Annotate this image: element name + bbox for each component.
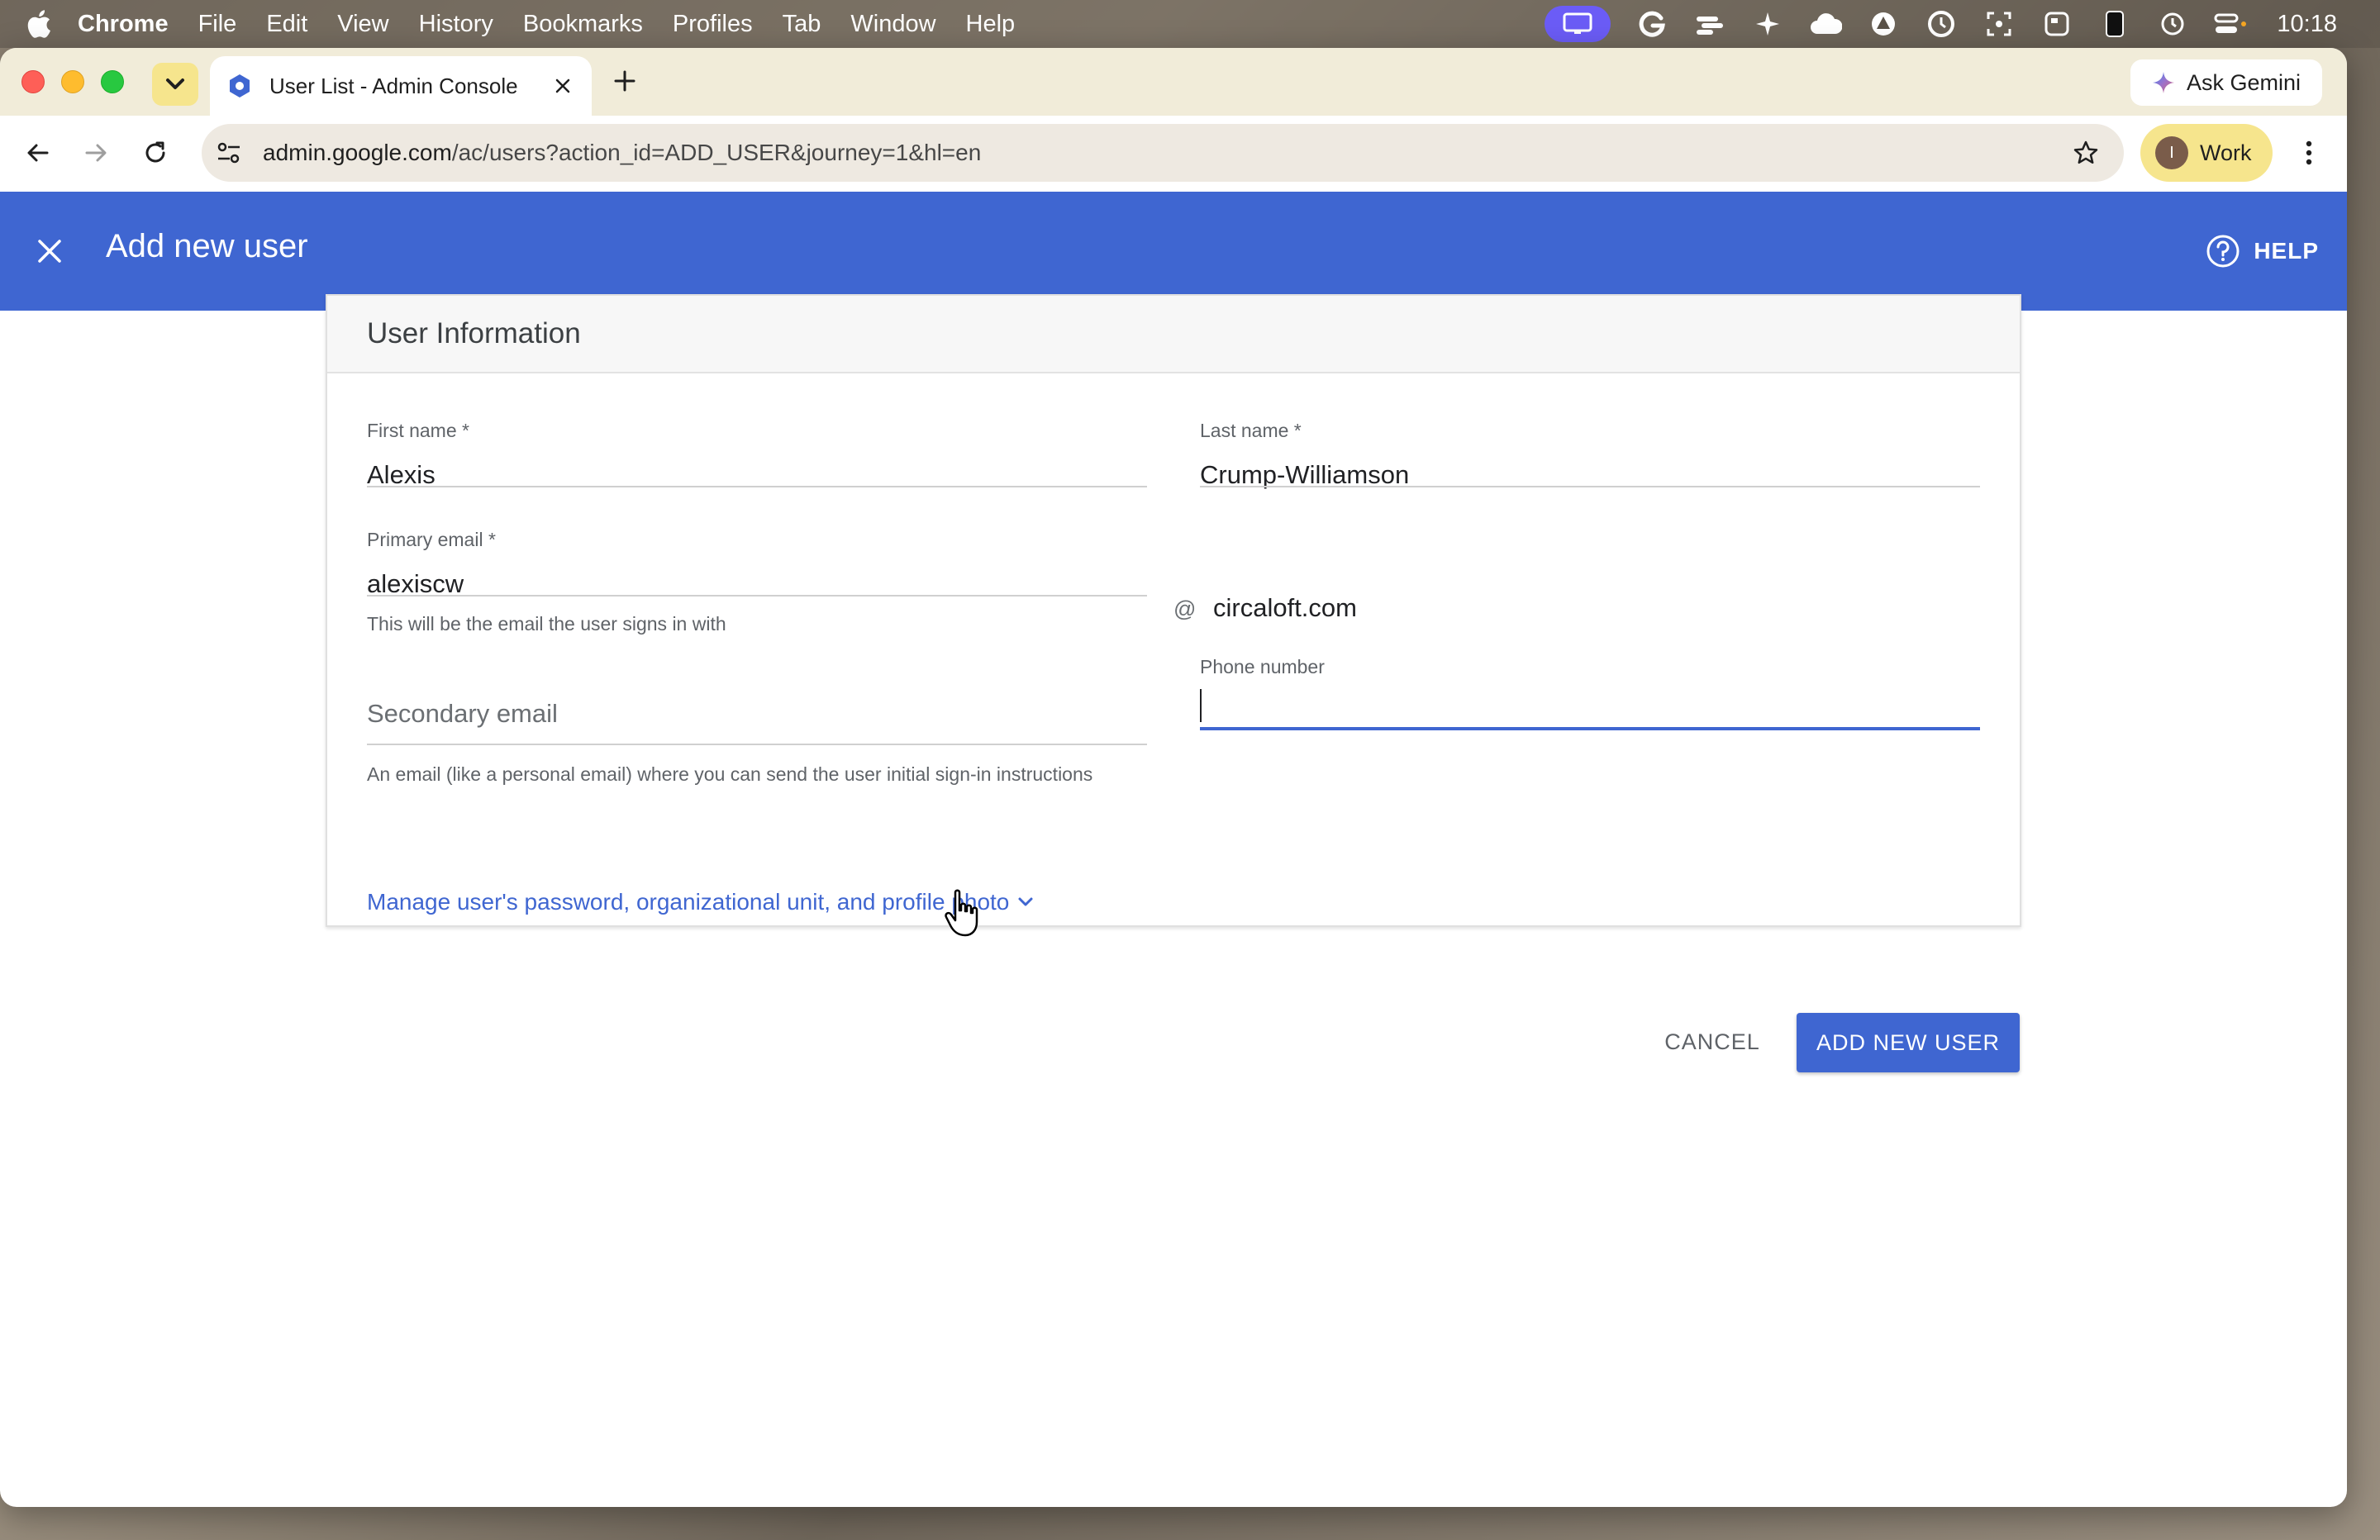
apple-icon[interactable] <box>26 9 60 39</box>
status-area: 10:18 <box>1545 0 2337 48</box>
chevron-down-icon <box>1018 897 1033 906</box>
tab-user-list[interactable]: User List - Admin Console <box>210 56 592 116</box>
browser-window: User List - Admin Console Ask Gemini adm… <box>0 48 2347 1507</box>
hand-cursor-icon <box>945 889 978 937</box>
last-name-label: Last name * <box>1200 420 1302 441</box>
reload-button[interactable] <box>140 138 170 168</box>
grammarly-icon[interactable] <box>1635 7 1668 40</box>
first-name-label: First name * <box>367 420 469 441</box>
chevron-down-icon <box>166 78 184 89</box>
phone-number-input[interactable] <box>1200 696 1980 731</box>
profile-button[interactable]: I Work <box>2140 124 2273 182</box>
card-title: User Information <box>367 317 581 349</box>
secondary-email-helper: An email (like a personal email) where y… <box>367 763 1093 785</box>
address-bar[interactable]: admin.google.com/ac/users?action_id=ADD_… <box>202 124 2124 182</box>
profile-avatar: I <box>2155 136 2188 169</box>
user-information-card: User Information First name * Alexis Las… <box>326 294 2021 927</box>
menu-edit[interactable]: Edit <box>266 11 307 38</box>
text-caret <box>1200 689 1202 722</box>
primary-email-label: Primary email * <box>367 529 496 550</box>
menu-window[interactable]: Window <box>850 11 935 38</box>
help-circle-icon <box>2206 235 2240 268</box>
menu-help[interactable]: Help <box>966 11 1016 38</box>
secondary-email-underline <box>367 744 1147 745</box>
phone-number-label: Phone number <box>1200 656 1325 677</box>
drive-icon[interactable] <box>1867 7 1900 40</box>
app-header: Add new user HELP <box>0 192 2347 311</box>
forward-button[interactable] <box>81 138 111 168</box>
email-domain[interactable]: circaloft.com <box>1213 593 1357 623</box>
timer-icon[interactable] <box>1925 7 1958 40</box>
last-name-underline <box>1200 486 1980 487</box>
profile-label: Work <box>2200 140 2252 165</box>
first-name-underline <box>367 486 1147 487</box>
primary-email-field[interactable]: Primary email * alexiscw This will be th… <box>367 529 1147 644</box>
primary-email-helper: This will be the email the user signs in… <box>367 613 726 635</box>
phone-icon[interactable] <box>2098 7 2131 40</box>
sparkle-icon[interactable] <box>1751 7 1784 40</box>
tab-title: User List - Admin Console <box>269 73 518 98</box>
secondary-email-input[interactable]: Secondary email <box>367 699 1147 729</box>
url-path: /ac/users?action_id=ADD_USER&journey=1&h… <box>451 140 982 165</box>
menu-history[interactable]: History <box>419 11 493 38</box>
menu-bookmarks[interactable]: Bookmarks <box>523 11 643 38</box>
control-center-icon[interactable] <box>2214 7 2247 40</box>
screenshot-icon[interactable] <box>1983 7 2016 40</box>
manage-user-options-link[interactable]: Manage user's password, organizational u… <box>367 889 1034 915</box>
secondary-email-field[interactable]: Secondary email An email (like a persona… <box>367 699 1147 790</box>
screen-share-icon[interactable] <box>1545 6 1611 42</box>
close-icon <box>38 240 61 263</box>
phone-number-field[interactable]: Phone number <box>1200 656 1980 747</box>
browser-toolbar: admin.google.com/ac/users?action_id=ADD_… <box>0 116 2347 190</box>
tab-search-button[interactable] <box>152 63 198 106</box>
menu-profiles[interactable]: Profiles <box>673 11 753 38</box>
url-text[interactable]: admin.google.com/ac/users?action_id=ADD_… <box>263 140 981 166</box>
close-window-button[interactable] <box>21 70 45 93</box>
time-machine-icon[interactable] <box>2156 7 2189 40</box>
arrow-right-icon <box>85 144 107 162</box>
menu-file[interactable]: File <box>198 11 237 38</box>
email-at-sign: @ <box>1173 597 1197 621</box>
bookmark-star-icon[interactable] <box>2071 138 2101 168</box>
help-button[interactable]: HELP <box>2206 228 2319 274</box>
primary-email-underline <box>367 595 1147 597</box>
new-tab-button[interactable] <box>610 66 640 96</box>
phone-number-underline-focused <box>1200 727 1980 730</box>
menubar-clock[interactable]: 10:18 <box>2277 11 2337 38</box>
ask-gemini-label: Ask Gemini <box>2186 69 2301 95</box>
last-name-field[interactable]: Last name * Crump-Williamson <box>1200 420 1980 489</box>
reload-icon <box>145 141 165 163</box>
back-button[interactable] <box>23 138 53 168</box>
macos-menubar: Chrome File Edit View History Bookmarks … <box>0 0 2380 48</box>
close-tab-icon[interactable] <box>550 74 575 98</box>
card-header: User Information <box>327 296 2020 373</box>
site-settings-icon[interactable] <box>215 139 243 167</box>
maximize-window-button[interactable] <box>101 70 124 93</box>
menu-view[interactable]: View <box>337 11 388 38</box>
gemini-icon <box>2152 72 2174 93</box>
url-host: admin.google.com <box>263 140 452 165</box>
admin-console-favicon-icon <box>230 74 250 97</box>
cloud-icon[interactable] <box>1809 7 1843 40</box>
arrow-left-icon <box>27 144 49 162</box>
window-controls <box>21 70 124 93</box>
cancel-button[interactable]: CANCEL <box>1656 1021 1768 1062</box>
app-window-icon[interactable] <box>2040 7 2073 40</box>
help-label: HELP <box>2254 238 2319 264</box>
manage-link-label: Manage user's password, organizational u… <box>367 889 1010 915</box>
ask-gemini-button[interactable]: Ask Gemini <box>2130 59 2322 106</box>
plus-icon <box>614 70 635 92</box>
tab-strip: User List - Admin Console Ask Gemini <box>0 48 2347 116</box>
minimize-window-button[interactable] <box>61 70 84 93</box>
menu-tab[interactable]: Tab <box>783 11 821 38</box>
sync-icon[interactable] <box>1693 7 1726 40</box>
add-new-user-button[interactable]: ADD NEW USER <box>1797 1013 2020 1072</box>
first-name-field[interactable]: First name * Alexis <box>367 420 1147 489</box>
close-dialog-button[interactable] <box>33 235 66 268</box>
page-title: Add new user <box>106 228 308 264</box>
browser-menu-icon[interactable] <box>2292 136 2325 169</box>
menu-app-name[interactable]: Chrome <box>78 11 169 38</box>
